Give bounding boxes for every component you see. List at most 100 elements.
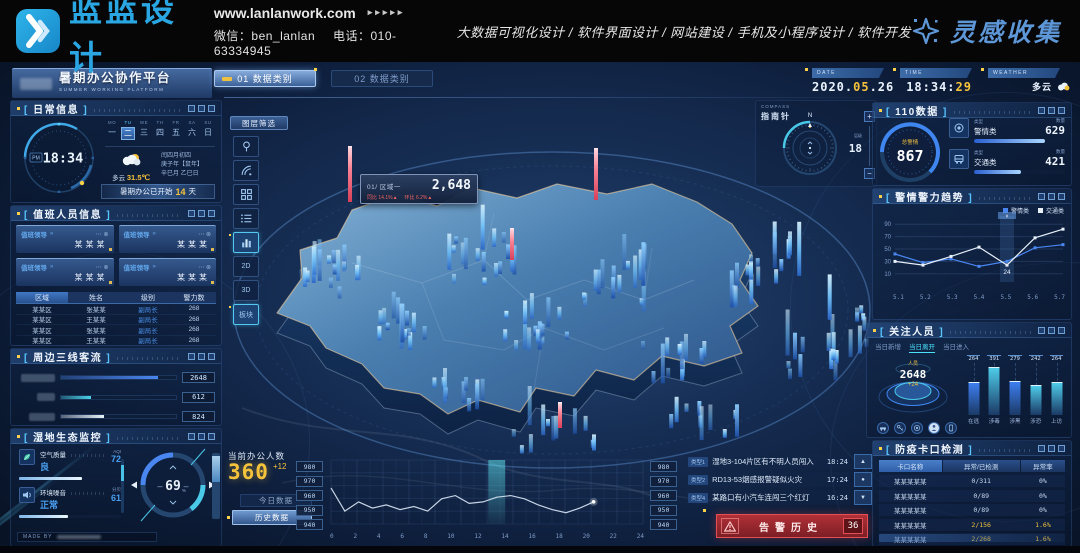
history-count-badge: 36 [843, 518, 863, 534]
checkpoint-row[interactable]: 某某某某某0/3110% [879, 475, 1065, 487]
table-row[interactable]: 某某区张某某副局长268 [16, 304, 216, 315]
expand-icon[interactable] [1058, 445, 1065, 452]
expand-icon[interactable] [1058, 327, 1065, 334]
dotted-divider [979, 197, 1032, 200]
scroll-up-button[interactable]: ▲ [854, 454, 872, 469]
alert-row[interactable]: 类型2RD13-53烟感报警疑似火灾17:24 [686, 472, 850, 487]
weekday-cell[interactable]: TU二 [121, 120, 135, 140]
minimize-icon[interactable] [188, 353, 195, 360]
key-icon-button[interactable] [894, 422, 906, 434]
window-icon[interactable] [1048, 193, 1055, 200]
checkpoint-row[interactable]: 某某某某某0/890% [879, 504, 1065, 516]
window-icon[interactable] [198, 433, 205, 440]
expand-icon[interactable] [1058, 193, 1065, 200]
rank-cell: 副局长 [124, 304, 172, 314]
layer-button-板块[interactable]: 板块 [233, 304, 259, 325]
map-bar [685, 404, 689, 413]
alarm-history-button[interactable]: 告警历史 36 [716, 514, 868, 538]
checkpoint-column-header[interactable]: 卡口名称 [879, 460, 942, 472]
warning-triangle-icon [721, 518, 739, 534]
window-icon[interactable] [1048, 107, 1055, 114]
minimize-icon[interactable] [1038, 193, 1045, 200]
expand-icon[interactable] [1058, 107, 1065, 114]
more-icon[interactable]: ⋯ ⊗ [96, 231, 109, 238]
gauge-slider-right[interactable] [212, 453, 220, 519]
weekday-cell[interactable]: TH四 [153, 120, 167, 140]
minimize-icon[interactable] [188, 210, 195, 217]
list-icon [240, 212, 253, 225]
expand-icon[interactable] [208, 353, 215, 360]
checkpoint-column-header[interactable]: 异常/已检测 [943, 460, 1020, 472]
duty-column-header[interactable]: 区域 [16, 292, 68, 303]
axis-tick-label: 2 [353, 533, 357, 540]
duty-leader-card[interactable]: 值班领导»⋯ ⊗某某某 [119, 258, 217, 286]
window-icon[interactable] [1048, 327, 1055, 334]
map-bar-cap [594, 148, 598, 150]
map-bar [793, 333, 797, 360]
expand-icon[interactable] [208, 210, 215, 217]
weekday-cell[interactable]: FR五 [169, 120, 183, 140]
layer-button-bars[interactable] [233, 232, 259, 253]
scroll-down-button[interactable]: ▼ [854, 490, 872, 505]
minimize-icon[interactable] [1038, 445, 1045, 452]
table-row[interactable]: 某某区王某某副局长268 [16, 336, 216, 347]
more-icon[interactable]: ⋯ ⊗ [96, 264, 109, 271]
minimize-icon[interactable] [1038, 107, 1045, 114]
website-link[interactable]: www.lanlanwork.com [214, 5, 356, 21]
duty-column-header[interactable]: 姓名 [68, 292, 124, 303]
checkpoint-row[interactable]: 某某某某某2/1561.6% [879, 519, 1065, 531]
checkpoint-column-header[interactable]: 异常率 [1021, 460, 1065, 472]
camera-icon-button[interactable] [911, 422, 923, 434]
weekday-cell[interactable]: SU日 [201, 120, 215, 140]
tab-当日新增[interactable]: 当日新增 [875, 341, 901, 353]
duty-leader-card[interactable]: 值班领导»⋯ ⊗某某某 [16, 225, 114, 253]
layer-button-radar[interactable] [233, 160, 259, 181]
expand-icon[interactable] [208, 433, 215, 440]
layer-button-list[interactable] [233, 208, 259, 229]
layer-button-3D[interactable]: 3D [233, 280, 259, 301]
window-icon[interactable] [198, 105, 205, 112]
duty-column-header[interactable]: 级别 [124, 292, 172, 303]
weekday-cell[interactable]: MO一 [105, 120, 119, 140]
layer-button-2D[interactable]: 2D [233, 256, 259, 277]
panel-watch-persons: 关注人员 当日新增当日离开当日进入 人员 2648 +24 264在逃391涉毒… [866, 322, 1072, 438]
table-row[interactable]: 某某区张某某副局长268 [16, 325, 216, 336]
duty-column-header[interactable]: 警力数 [172, 292, 216, 303]
table-row[interactable]: 某某区王某某副局长268 [16, 315, 216, 326]
car-icon-button[interactable] [877, 422, 889, 434]
gauge-slider-left[interactable] [121, 459, 124, 513]
more-icon[interactable]: ⋯ ⊗ [198, 231, 211, 238]
duty-leader-card[interactable]: 值班领导»⋯ ⊗某某某 [119, 225, 217, 253]
window-icon[interactable] [198, 353, 205, 360]
minimize-icon[interactable] [188, 105, 195, 112]
tab-data-category-1[interactable]: 01 数据类别 [214, 70, 316, 87]
weekday-cell[interactable]: WE三 [137, 120, 151, 140]
minimize-icon[interactable] [1038, 327, 1045, 334]
map-bar [400, 304, 404, 343]
duty-leader-card[interactable]: 值班领导»⋯ ⊗某某某 [16, 258, 114, 286]
phone-icon-button[interactable] [945, 422, 957, 434]
metric-top: 类型交通类数量421 [974, 149, 1065, 168]
zoom-track[interactable] [869, 126, 870, 166]
compass-dial[interactable]: N [779, 110, 841, 178]
person-icon-button[interactable] [928, 422, 940, 434]
panel-window-controls [188, 353, 215, 360]
layer-button-pin[interactable] [233, 136, 259, 157]
weekday-cell[interactable]: SA六 [185, 120, 199, 140]
minimize-icon[interactable] [188, 433, 195, 440]
map-bar [749, 261, 753, 280]
more-icon[interactable]: ⋯ ⊗ [198, 264, 211, 271]
window-icon[interactable] [1048, 445, 1055, 452]
panel-duty-personnel: 值班人员信息 值班领导»⋯ ⊗某某某值班领导»⋯ ⊗某某某值班领导»⋯ ⊗某某某… [10, 205, 222, 346]
checkpoint-row[interactable]: 某某某某某0/890% [879, 490, 1065, 502]
layer-button-grid[interactable] [233, 184, 259, 205]
alert-row[interactable]: 类型1湿地3-104片区有不明人员闯入18:24 [686, 454, 850, 469]
expand-icon[interactable] [208, 105, 215, 112]
window-icon[interactable] [198, 210, 205, 217]
metric-bar-fill [974, 170, 1021, 174]
tab-data-category-2[interactable]: 02 数据类别 [331, 70, 433, 87]
map-bar [504, 311, 508, 319]
tab-当日进入[interactable]: 当日进入 [943, 341, 969, 353]
tab-当日离开[interactable]: 当日离开 [909, 341, 935, 353]
alert-row[interactable]: 类型4某路口有小汽车连闯三个红灯16:24 [686, 490, 850, 505]
